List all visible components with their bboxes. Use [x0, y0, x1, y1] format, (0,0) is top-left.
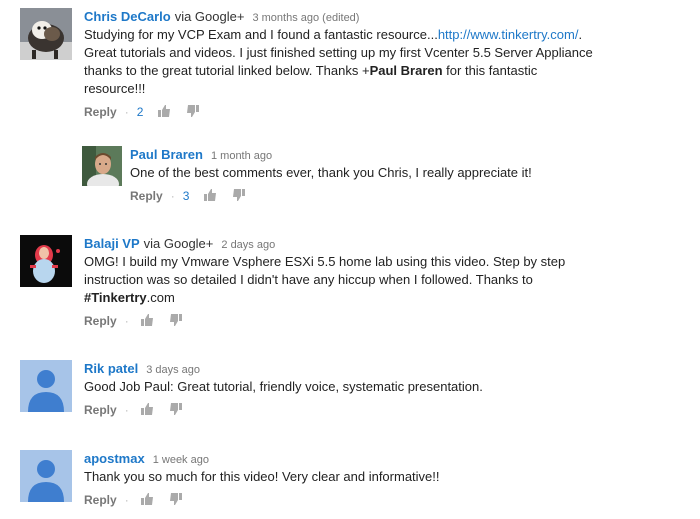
comment-text: Studying for my VCP Exam and I found a f…: [84, 27, 593, 96]
separator: ·: [124, 403, 129, 418]
default-person-icon: [20, 360, 72, 412]
comment-text: One of the best comments ever, thank you…: [130, 165, 532, 180]
comment-text: OMG! I build my Vmware Vsphere ESXi 5.5 …: [84, 254, 566, 305]
comment-timestamp[interactable]: 3 days ago: [146, 364, 200, 376]
mention-paul-braren[interactable]: Paul Braren: [370, 63, 443, 78]
comment-text: Thank you so much for this video! Very c…: [84, 469, 440, 484]
comment-source: via Google+: [143, 236, 214, 251]
figure-photo-icon: [20, 235, 72, 287]
thumbs-down-icon[interactable]: [169, 492, 183, 510]
thumbs-down-icon[interactable]: [169, 313, 183, 331]
comment-timestamp[interactable]: 1 week ago: [153, 454, 209, 466]
reply-button[interactable]: Reply: [130, 189, 163, 203]
reply-button[interactable]: Reply: [84, 403, 117, 417]
comment-actions: Reply · 3: [130, 188, 690, 204]
comment-actions: Reply ·: [84, 492, 684, 508]
thumbs-up-icon[interactable]: [140, 313, 154, 331]
comment-source: via Google+: [174, 9, 245, 24]
thumbs-down-icon[interactable]: [186, 104, 200, 122]
like-count: 2: [136, 105, 144, 120]
man-photo-icon: [82, 146, 122, 186]
thumbs-up-icon[interactable]: [203, 188, 217, 206]
comment-actions: Reply ·: [84, 313, 684, 329]
dog-photo-icon: [20, 8, 72, 60]
comment-actions: Reply · 2: [84, 104, 684, 120]
comment-timestamp[interactable]: 1 month ago: [211, 150, 272, 162]
reply-button[interactable]: Reply: [84, 493, 117, 507]
thumbs-down-icon[interactable]: [169, 402, 183, 420]
comment-author[interactable]: Paul Braren: [130, 147, 203, 162]
separator: ·: [170, 189, 175, 204]
tinkertry-link[interactable]: http://www.tinkertry.com/: [438, 27, 579, 42]
comment-text: Good Job Paul: Great tutorial, friendly …: [84, 379, 483, 394]
thumbs-down-icon[interactable]: [232, 188, 246, 206]
comment-author[interactable]: Rik patel: [84, 361, 138, 376]
separator: ·: [124, 314, 129, 329]
avatar[interactable]: [20, 360, 72, 412]
separator: ·: [124, 493, 129, 508]
avatar[interactable]: [20, 450, 72, 502]
comment-timestamp[interactable]: 2 days ago: [221, 239, 275, 251]
separator: ·: [124, 105, 129, 120]
thumbs-up-icon[interactable]: [140, 492, 154, 510]
comment-actions: Reply ·: [84, 402, 684, 418]
thumbs-up-icon[interactable]: [140, 402, 154, 420]
like-count: 3: [182, 189, 190, 204]
reply-button[interactable]: Reply: [84, 105, 117, 119]
avatar[interactable]: [20, 8, 72, 60]
default-person-icon: [20, 450, 72, 502]
comment-author[interactable]: Chris DeCarlo: [84, 9, 171, 24]
thumbs-up-icon[interactable]: [157, 104, 171, 122]
avatar[interactable]: [82, 146, 122, 186]
hashtag-tinkertry[interactable]: #Tinkertry: [84, 290, 147, 305]
avatar[interactable]: [20, 235, 72, 287]
comment-author[interactable]: Balaji VP: [84, 236, 140, 251]
comment-timestamp[interactable]: 3 months ago (edited): [252, 12, 359, 24]
reply-button[interactable]: Reply: [84, 314, 117, 328]
comment-author[interactable]: apostmax: [84, 451, 145, 466]
